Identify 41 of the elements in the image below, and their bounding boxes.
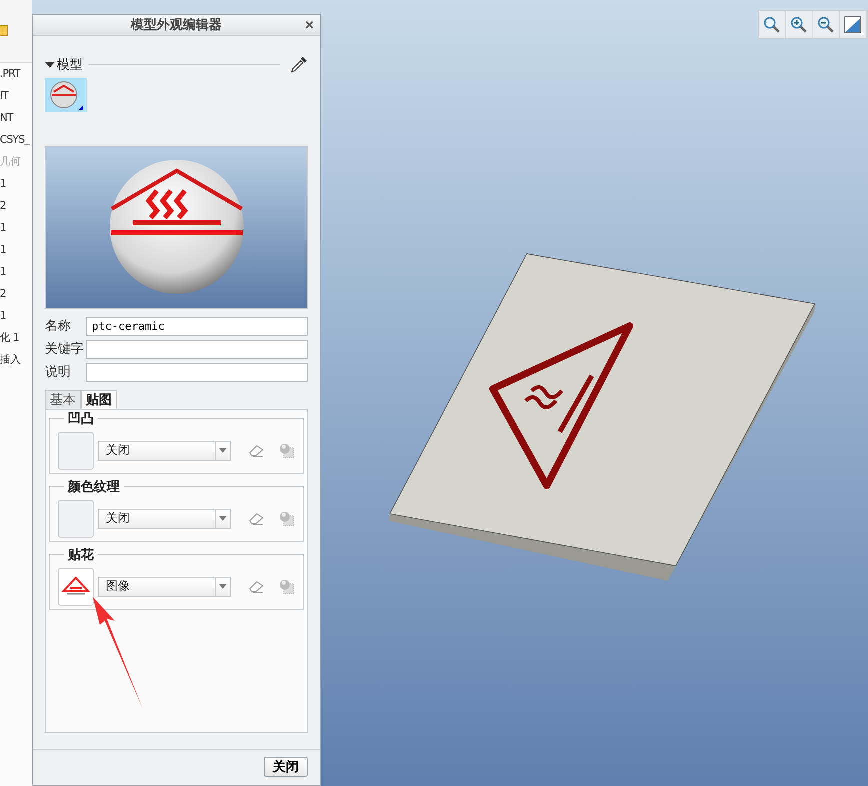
tree-item[interactable]: 插入 bbox=[0, 349, 32, 371]
text-field[interactable] bbox=[86, 340, 308, 359]
image-swatch[interactable] bbox=[58, 500, 94, 538]
text-field[interactable]: ptc-ceramic bbox=[86, 316, 308, 336]
image-swatch[interactable] bbox=[58, 432, 94, 470]
dropdown[interactable]: 图像 bbox=[98, 576, 231, 597]
tree-item[interactable]: 1 bbox=[0, 173, 32, 195]
folder-icon[interactable] bbox=[0, 24, 8, 38]
tree-item[interactable]: .PRT bbox=[0, 63, 32, 85]
tree-item[interactable]: 1 bbox=[0, 239, 32, 261]
dialog-title: 模型外观编辑器 bbox=[131, 16, 222, 34]
close-button[interactable]: × bbox=[305, 17, 314, 34]
eraser-icon[interactable] bbox=[249, 444, 265, 458]
group-title: 贴花 bbox=[64, 546, 98, 564]
dropdown[interactable]: 关闭 bbox=[98, 508, 231, 529]
group-title: 凹凸 bbox=[64, 410, 98, 428]
eraser-icon[interactable] bbox=[249, 512, 265, 526]
image-swatch[interactable] bbox=[58, 568, 94, 606]
tree-item[interactable]: NT bbox=[0, 107, 32, 129]
tab[interactable]: 贴图 bbox=[81, 390, 117, 410]
eraser-icon[interactable] bbox=[249, 580, 265, 594]
eyedropper-icon[interactable] bbox=[290, 56, 308, 74]
tree-item[interactable]: 1 bbox=[0, 305, 32, 327]
field-label: 关键字 bbox=[45, 341, 85, 358]
tree-item[interactable]: 2 bbox=[0, 283, 32, 305]
dropdown[interactable]: 关闭 bbox=[98, 440, 231, 461]
group-title: 颜色纹理 bbox=[64, 478, 124, 496]
tree-item[interactable]: IT bbox=[0, 85, 32, 107]
tab[interactable]: 基本 bbox=[45, 390, 81, 410]
section-label: 模型 bbox=[57, 56, 83, 74]
tree-item[interactable]: 1 bbox=[0, 261, 32, 283]
tree-item[interactable]: 2 bbox=[0, 195, 32, 217]
tree-item[interactable]: CSYS_ bbox=[0, 129, 32, 151]
text-field[interactable] bbox=[86, 362, 308, 382]
tree-item[interactable]: 1 bbox=[0, 217, 32, 239]
caret-icon[interactable] bbox=[45, 60, 55, 69]
appearance-thumbnail[interactable] bbox=[45, 78, 87, 112]
tree-item[interactable]: 化 1 bbox=[0, 327, 32, 349]
field-label: 名称 bbox=[45, 318, 72, 336]
field-label: 说明 bbox=[45, 364, 72, 382]
close-dialog-button[interactable]: 关闭 bbox=[264, 757, 308, 778]
